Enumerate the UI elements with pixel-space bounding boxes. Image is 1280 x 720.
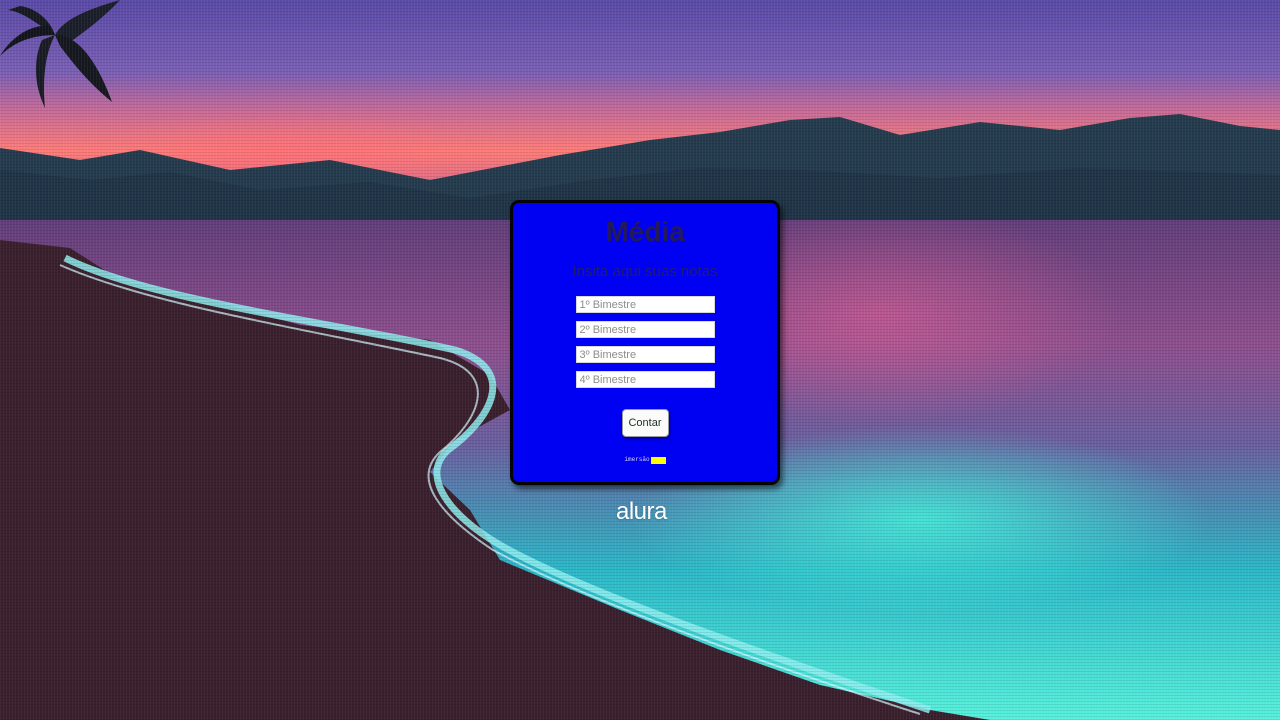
bimester-1-input[interactable] [575, 296, 715, 313]
instructions-text: Insita aqui suas notas [572, 263, 718, 280]
grade-inputs [513, 296, 777, 388]
page-title: Média [605, 216, 685, 247]
event-label: imersão [624, 456, 650, 463]
bimester-2-input[interactable] [575, 321, 715, 338]
bimester-3-input[interactable] [575, 346, 715, 363]
palm-tree-icon [0, 0, 120, 108]
event-footer: imersão [513, 456, 777, 464]
background-scene: Média Insita aqui suas notas Contar imer… [0, 0, 1280, 720]
count-button[interactable]: Contar [621, 409, 669, 437]
grade-average-card: Média Insita aqui suas notas Contar imer… [510, 200, 780, 485]
alura-logo: alura [616, 498, 667, 525]
bimester-4-input[interactable] [575, 371, 715, 388]
event-badge [650, 456, 666, 464]
